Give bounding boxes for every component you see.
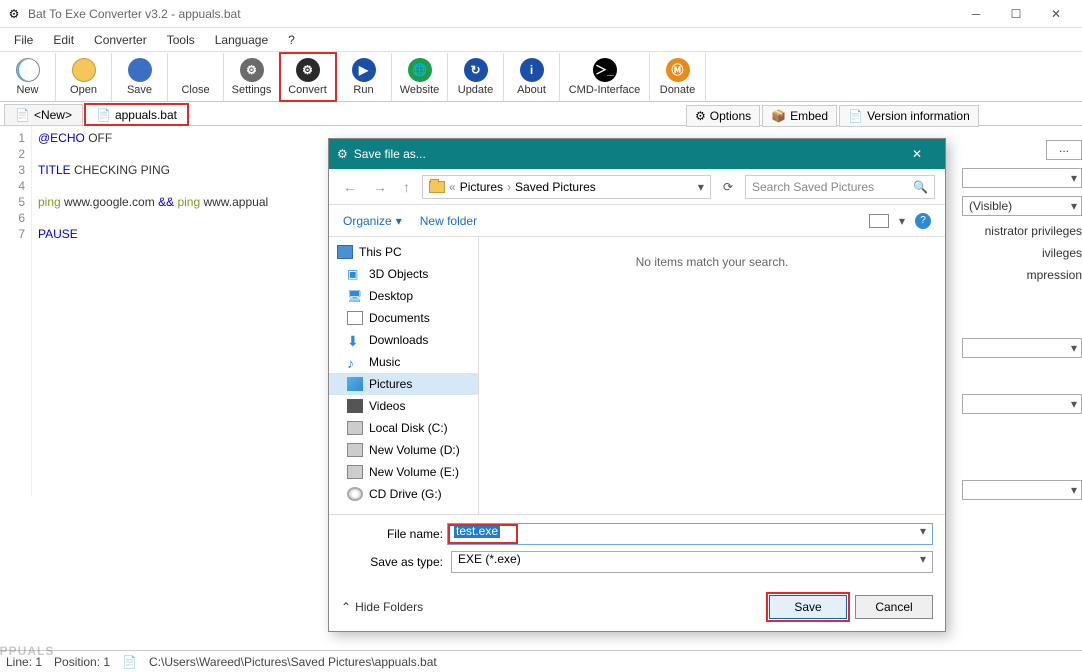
tool-run[interactable]: ▶Run [336,53,392,101]
file-list-empty: No items match your search. [479,237,945,514]
dialog-icon: ⚙ [337,147,348,161]
saveas-label: Save as type: [341,555,451,569]
opt-compr-label: mpression [1027,268,1082,282]
opt-dropdown-2[interactable] [962,338,1082,358]
tree-vol-e[interactable]: New Volume (E:) [329,461,478,483]
tool-donate[interactable]: ⓂDonate [650,53,706,101]
menubar: File Edit Converter Tools Language ? [0,28,1082,52]
tool-about[interactable]: iAbout [504,53,560,101]
opt-dropdown-1[interactable] [962,168,1082,188]
filename-label: File name: [341,527,451,541]
dialog-fields: File name: test.exe Save as type: EXE (*… [329,514,945,587]
folder-tree[interactable]: This PC ▣3D Objects 🖥Desktop Documents ⬇… [329,237,479,514]
opt-visible[interactable]: (Visible) [962,196,1082,216]
dialog-titlebar: ⚙ Save file as... ✕ [329,139,945,169]
rtab-options[interactable]: ⚙Options [686,105,760,127]
tree-downloads[interactable]: ⬇Downloads [329,329,478,351]
cancel-button[interactable]: Cancel [855,595,933,619]
dialog-buttons: ⌃Hide Folders Save Cancel [329,587,945,631]
crumb-saved[interactable]: Saved Pictures [515,180,596,194]
folder-icon [429,181,445,193]
nav-up-icon[interactable]: ↑ [399,179,414,195]
menu-edit[interactable]: Edit [45,31,82,49]
saveas-select[interactable]: EXE (*.exe) [451,551,933,573]
save-button[interactable]: Save [769,595,847,619]
view-icon[interactable] [869,214,889,228]
menu-help[interactable]: ? [280,31,303,49]
menu-converter[interactable]: Converter [86,31,155,49]
tree-vol-d[interactable]: New Volume (D:) [329,439,478,461]
tab-new[interactable]: 📄<New> [4,104,83,125]
tab-appuals[interactable]: 📄appuals.bat [85,104,188,125]
right-panel-tabs: ⚙Options 📦Embed 📄Version information [686,105,1076,127]
menu-tools[interactable]: Tools [159,31,203,49]
help-icon[interactable]: ? [915,213,931,229]
refresh-icon[interactable]: ⟳ [719,180,737,194]
maximize-button[interactable]: ☐ [996,0,1036,28]
status-position: Position: 1 [54,655,110,669]
menu-file[interactable]: File [6,31,41,49]
tool-settings[interactable]: ⚙Settings [224,53,280,101]
tool-cmd[interactable]: ＞_CMD-Interface [560,53,650,101]
tree-documents[interactable]: Documents [329,307,478,329]
tool-update[interactable]: ↻Update [448,53,504,101]
gutter: 1234567 [0,126,32,496]
tool-close[interactable]: ✖Close [168,53,224,101]
chevron-down-icon[interactable]: ▾ [698,180,704,194]
tree-local-c[interactable]: Local Disk (C:) [329,417,478,439]
toolbar: New Open Save ✖Close ⚙Settings ⚙Convert … [0,52,1082,102]
tool-open[interactable]: Open [56,53,112,101]
rtab-version[interactable]: 📄Version information [839,105,979,127]
tree-cd-g[interactable]: CD Drive (G:) [329,483,478,505]
dialog-close-button[interactable]: ✕ [897,139,937,169]
status-file-icon: 📄 [122,655,137,669]
tree-3d[interactable]: ▣3D Objects [329,263,478,285]
tree-videos[interactable]: Videos [329,395,478,417]
nav-back-icon[interactable]: ← [339,179,361,195]
window-titlebar: ⚙ Bat To Exe Converter v3.2 - appuals.ba… [0,0,1082,28]
chevron-up-icon: ⌃ [341,600,351,614]
tree-this-pc[interactable]: This PC [329,241,478,263]
tree-pictures[interactable]: Pictures [329,373,478,395]
crumb-pictures[interactable]: Pictures [460,180,503,194]
window-title: Bat To Exe Converter v3.2 - appuals.bat [28,7,956,21]
minimize-button[interactable]: ─ [956,0,996,28]
opt-admin-label: nistrator privileges [985,224,1082,238]
rtab-embed[interactable]: 📦Embed [762,105,837,127]
tool-website[interactable]: 🌐Website [392,53,448,101]
dialog-toolbar: Organize ▾ New folder ▾ ? [329,205,945,237]
save-dialog: ⚙ Save file as... ✕ ← → ↑ « Pictures › Sa… [328,138,946,632]
opt-dropdown-3[interactable] [962,394,1082,414]
right-options-peek: ... (Visible) nistrator privileges ivile… [952,140,1082,500]
search-icon: 🔍 [913,180,928,194]
opt-dropdown-4[interactable] [962,480,1082,500]
watermark: APPUALS [0,622,54,664]
breadcrumb[interactable]: « Pictures › Saved Pictures ▾ [422,175,711,199]
search-input[interactable]: Search Saved Pictures 🔍 [745,175,935,199]
newfolder-button[interactable]: New folder [420,214,477,228]
statusbar: Line: 1 Position: 1 📄 C:\Users\Wareed\Pi… [0,650,1082,672]
tool-save[interactable]: Save [112,53,168,101]
menu-language[interactable]: Language [207,31,276,49]
organize-button[interactable]: Organize ▾ [343,214,402,228]
dialog-title: Save file as... [354,147,426,161]
tree-desktop[interactable]: 🖥Desktop [329,285,478,307]
tool-new[interactable]: New [0,53,56,101]
opt-priv-label: ivileges [1042,246,1082,260]
app-icon: ⚙ [6,6,22,22]
dialog-nav: ← → ↑ « Pictures › Saved Pictures ▾ ⟳ Se… [329,169,945,205]
hide-folders-button[interactable]: ⌃Hide Folders [341,600,423,614]
close-window-button[interactable]: ✕ [1036,0,1076,28]
opt-box[interactable]: ... [1046,140,1082,160]
filename-input[interactable]: test.exe [447,523,933,545]
status-path: C:\Users\Wareed\Pictures\Saved Pictures\… [149,655,437,669]
tree-music[interactable]: ♪Music [329,351,478,373]
tool-convert[interactable]: ⚙Convert [280,53,336,101]
nav-forward-icon[interactable]: → [369,179,391,195]
